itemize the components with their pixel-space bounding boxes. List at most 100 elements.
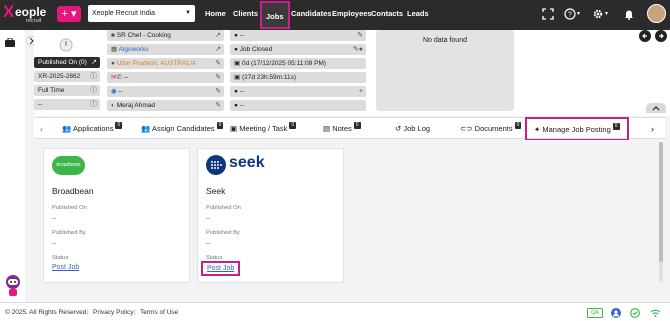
seek-logo-text: seek [229, 154, 265, 171]
gear-icon[interactable] [592, 8, 604, 20]
chevron-down-icon: ▼ [185, 10, 191, 16]
qa-badge: QA [587, 308, 603, 318]
tab-documents[interactable]: ⊂⊃ Documents 0 [460, 118, 522, 140]
users-icon: 👥 [141, 124, 151, 133]
info-icon: ⓘ [90, 101, 97, 108]
tab-job-log[interactable]: ↺ Job Log [395, 118, 430, 140]
calendar-icon: ▣ [230, 124, 238, 133]
job-logo-icon [59, 38, 73, 52]
post-job-link[interactable]: Post Job [201, 261, 241, 276]
briefcase-icon[interactable] [5, 38, 15, 47]
team-text: -- [118, 88, 123, 95]
published-by-value: -- [206, 240, 211, 247]
back-button[interactable] [639, 30, 651, 42]
forward-button[interactable] [655, 30, 667, 42]
broadbean-logo: broadbean [52, 156, 85, 175]
tab-manage-job-posting[interactable]: ✦ Manage Job Posting 0 [525, 117, 629, 141]
tab-scroll-right-icon[interactable]: › [651, 118, 654, 140]
tab-scroll-left-icon[interactable]: ‹ [40, 118, 43, 140]
tab-applications-label: Applications [73, 124, 114, 133]
nav-employees[interactable]: Employees [332, 0, 372, 30]
bell-icon[interactable] [623, 8, 635, 20]
published-on-value: -- [206, 215, 211, 222]
building-icon: ▦ [111, 46, 119, 53]
nav-contacts[interactable]: Contacts [371, 0, 403, 30]
tab-applications[interactable]: 👥 Applications 0 [62, 118, 123, 140]
copyright-text: © 2025. All Rights Reserved [5, 309, 87, 316]
scrollbar[interactable] [659, 142, 663, 282]
edit-icon[interactable]: ✎● [353, 44, 363, 55]
status-dash-text: -- [239, 32, 245, 39]
terms-of-use-link[interactable]: Terms of Use [140, 303, 178, 321]
tab-assign-candidates-badge: 0 [216, 122, 224, 129]
nav-leads[interactable]: Leads [407, 0, 429, 30]
tab-assign-candidates-label: Assign Candidates [152, 124, 215, 133]
edit-icon[interactable]: ✎ [215, 72, 221, 83]
wifi-icon [650, 308, 661, 318]
company-select[interactable]: Xeople Recruit India ▼ [88, 5, 195, 22]
edit-icon[interactable]: ✎ [215, 100, 221, 111]
info-icon: ⓘ [90, 87, 97, 94]
no-data-text: No data found [423, 37, 467, 44]
tab-meeting-task-label: Meeting / Task [239, 124, 288, 133]
tab-meeting-task-badge: 0 [289, 122, 297, 129]
job-id-row: XR-2025-2862 ⓘ [34, 71, 100, 82]
quick-add-button[interactable]: + ▾ [57, 6, 81, 22]
no-data-box: No data found [376, 30, 514, 111]
published-by-value: -- [52, 240, 57, 247]
collapse-button[interactable] [646, 103, 666, 113]
add-icon[interactable]: + [359, 86, 363, 97]
check-circle-icon[interactable] [630, 308, 640, 318]
user-avatar[interactable] [647, 4, 666, 23]
client-text[interactable]: Algoworks [119, 46, 149, 53]
tab-job-log-label: Job Log [403, 124, 431, 133]
external-link-icon[interactable]: ↗ [215, 44, 221, 55]
scrollbar-thumb[interactable] [659, 142, 663, 262]
edit-icon[interactable]: ✎ [215, 86, 221, 97]
fullscreen-icon[interactable] [542, 8, 554, 20]
tab-assign-candidates[interactable]: 👥 Assign Candidates 0 [141, 118, 224, 140]
external-link-icon[interactable]: ↗ [215, 30, 221, 41]
client-row: ▦ Algoworks ↗ [107, 44, 224, 55]
duration-row: ▣ (27d 23h:59m:11s) [230, 72, 366, 83]
status-text: Job Closed [239, 46, 273, 53]
svg-text:?: ? [568, 12, 572, 19]
top-navbar: X eople recruit + ▾ Xeople Recruit India… [0, 0, 670, 30]
tab-documents-label: Documents [474, 124, 513, 133]
calendar-icon: ▣ [234, 74, 242, 81]
nav-candidates[interactable]: Candidates [291, 0, 331, 30]
broadcast-icon: ✦ [534, 125, 541, 134]
help-icon[interactable]: ? [564, 8, 576, 20]
tab-documents-badge: 0 [514, 122, 522, 129]
footer-divider: | [87, 309, 89, 316]
tab-meeting-task[interactable]: ▣ Meeting / Task 0 [230, 118, 297, 140]
tab-notes[interactable]: ▤ Notes 0 [323, 118, 361, 140]
trend-icon: ↗ [91, 59, 97, 66]
posting-card-seek: seek Seek Published On -- Published By -… [197, 148, 344, 283]
edit-icon[interactable]: ✎ [357, 30, 363, 41]
job-type-text: Full Time [38, 87, 65, 94]
footer: © 2025. All Rights Reserved | Privacy Po… [0, 302, 670, 321]
job-info-panel: Published On (0) ↗ XR-2025-2862 ⓘ Full Tim… [34, 30, 670, 116]
user-circle-icon[interactable] [611, 308, 621, 318]
extra-row: ● -- + [230, 86, 366, 97]
nav-clients[interactable]: Clients [233, 0, 258, 30]
nav-jobs[interactable]: Jobs [260, 1, 290, 29]
nav-home[interactable]: Home [205, 0, 226, 30]
post-job-link[interactable]: Post Job [52, 264, 79, 271]
left-sidebar [0, 30, 25, 310]
phone-icon: ✆ [116, 74, 124, 81]
job-misc-row: -- ⓘ [34, 99, 100, 110]
privacy-policy-link[interactable]: Privacy Policy [93, 303, 133, 321]
notes-icon: ▤ [323, 124, 331, 133]
chat-bot-icon[interactable] [4, 274, 22, 298]
logo-text: eople [15, 5, 47, 19]
edit-icon[interactable]: ✎ [215, 58, 221, 69]
job-title-row: ■ SR Chef - Cooking ↗ [107, 30, 224, 41]
owner-text: Meraj Ahmad [116, 102, 156, 109]
paperclip-icon: ⊂⊃ [460, 124, 473, 133]
published-on-row[interactable]: Published On (0) ↗ [34, 57, 100, 68]
job-misc-text: -- [38, 101, 43, 108]
tab-notes-badge: 0 [353, 122, 361, 129]
published-on-label: Published On [52, 205, 87, 211]
